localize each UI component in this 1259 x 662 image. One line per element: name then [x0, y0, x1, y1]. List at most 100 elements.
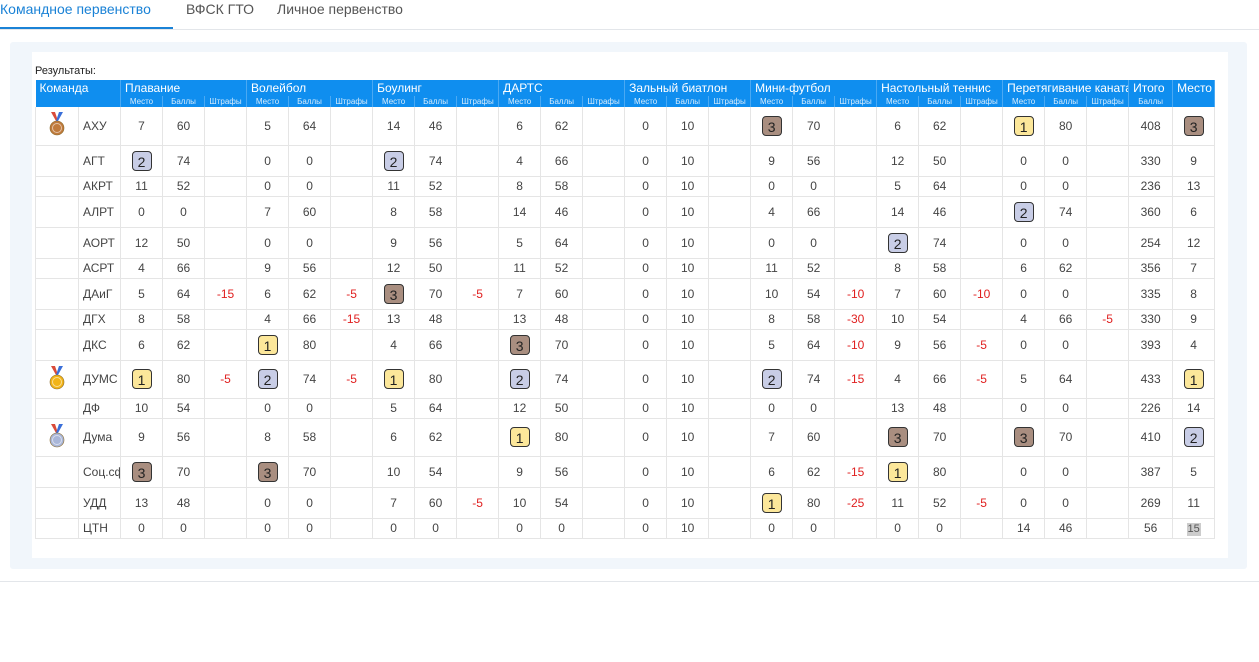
- tab-gto[interactable]: ВФСК ГТО: [186, 0, 256, 27]
- place-badge: 3: [1013, 427, 1034, 447]
- sport-points: 0: [540, 518, 584, 539]
- sub-header: Баллы: [666, 96, 710, 107]
- sport-header: Мини-футбол: [750, 80, 878, 96]
- sport-points: 64: [1044, 360, 1088, 399]
- sport-place: 11: [120, 176, 164, 197]
- final-place: 9: [1172, 309, 1216, 330]
- sport-penalty: [204, 329, 248, 361]
- total-subheader: Баллы: [1128, 96, 1174, 107]
- sport-points: 10: [666, 258, 710, 279]
- sport-points: 0: [1044, 487, 1088, 519]
- sport-points: 0: [792, 176, 836, 197]
- sport-place: 8: [120, 309, 164, 330]
- sport-penalty: [582, 278, 626, 310]
- sport-penalty: -15: [204, 278, 248, 310]
- sport-points: 80: [540, 418, 584, 457]
- sport-points: 64: [792, 329, 836, 361]
- total-points: 56: [1128, 518, 1174, 539]
- sport-place: 8: [750, 309, 794, 330]
- sport-place: 9: [876, 329, 920, 361]
- total-points: 330: [1128, 309, 1174, 330]
- sport-place: 0: [624, 258, 668, 279]
- place-badge: 3: [131, 461, 152, 482]
- sub-header: Баллы: [414, 96, 458, 107]
- sport-place: 2: [876, 227, 920, 259]
- total-points: 254: [1128, 227, 1174, 259]
- team-name: АКРТ: [78, 176, 122, 197]
- team-header: Команда: [35, 80, 122, 96]
- sport-penalty: -5: [204, 360, 248, 399]
- sport-points: 46: [1044, 518, 1088, 539]
- sport-penalty: [582, 329, 626, 361]
- sport-place: 0: [372, 518, 416, 539]
- total-points: 410: [1128, 418, 1174, 457]
- final-place: 12: [1172, 227, 1216, 259]
- sport-points: 58: [918, 258, 962, 279]
- sport-penalty: [456, 145, 500, 177]
- sport-penalty: [1086, 145, 1130, 177]
- sport-penalty: -5: [330, 360, 374, 399]
- sport-penalty: [960, 456, 1004, 488]
- sport-points: 58: [288, 418, 332, 457]
- sport-points: 80: [288, 329, 332, 361]
- sport-place: 0: [750, 227, 794, 259]
- sub-header: Место: [498, 96, 542, 107]
- sport-points: 66: [288, 309, 332, 330]
- tab-team-championship[interactable]: Командное первенство: [0, 0, 173, 29]
- sport-penalty: [456, 227, 500, 259]
- sport-place: 3: [876, 418, 920, 457]
- sport-penalty: [708, 487, 752, 519]
- sport-penalty: -10: [960, 278, 1004, 310]
- sport-penalty: -15: [330, 309, 374, 330]
- sport-place: 4: [876, 360, 920, 399]
- place-badge: 1: [383, 369, 404, 389]
- sport-penalty: [1086, 418, 1130, 457]
- sport-points: 0: [288, 487, 332, 519]
- place-badge: 2: [1183, 427, 1204, 447]
- final-place: 3: [1172, 107, 1216, 146]
- sport-points: 70: [162, 456, 206, 488]
- sport-points: 0: [1044, 145, 1088, 177]
- final-place: 4: [1172, 329, 1216, 361]
- tab-personal-championship[interactable]: Личное первенство: [277, 0, 407, 27]
- sport-place: 3: [498, 329, 542, 361]
- total-points: 387: [1128, 456, 1174, 488]
- sport-place: 6: [372, 418, 416, 457]
- sport-place: 1: [246, 329, 290, 361]
- sport-penalty: [1086, 107, 1130, 146]
- sport-place: 0: [120, 518, 164, 539]
- sport-penalty: [582, 309, 626, 330]
- bronze-medal-icon: [49, 112, 65, 139]
- sport-place: 12: [498, 398, 542, 419]
- sport-penalty: [330, 145, 374, 177]
- sport-place: 7: [750, 418, 794, 457]
- sport-place: 8: [246, 418, 290, 457]
- sport-points: 10: [666, 329, 710, 361]
- sport-place: 0: [1002, 227, 1046, 259]
- sport-points: 58: [162, 309, 206, 330]
- sport-penalty: -10: [834, 329, 878, 361]
- sport-points: 0: [288, 145, 332, 177]
- team-name: ДФ: [78, 398, 122, 419]
- sport-penalty: [582, 418, 626, 457]
- place-badge: 3: [1183, 115, 1204, 136]
- sport-penalty: [834, 258, 878, 279]
- sport-points: 46: [540, 196, 584, 228]
- sport-penalty: [708, 456, 752, 488]
- sport-points: 74: [792, 360, 836, 399]
- sub-header: Место: [876, 96, 920, 107]
- sport-place: 4: [498, 145, 542, 177]
- sport-penalty: [834, 418, 878, 457]
- sport-penalty: [1086, 329, 1130, 361]
- sport-points: 58: [540, 176, 584, 197]
- sport-points: 48: [162, 487, 206, 519]
- sport-place: 10: [750, 278, 794, 310]
- total-points: 433: [1128, 360, 1174, 399]
- table-row: АЛРТ 0 0 7 60 8 58 14 46 0 10 4 66 14 46 2 74 360 6: [35, 196, 1216, 228]
- table-row: АКРТ 11 52 0 0 11 52 8 58 0 10 0 0 5 64 0 0 236 13: [35, 176, 1216, 197]
- sport-place: 14: [372, 107, 416, 146]
- sport-penalty: [1086, 360, 1130, 399]
- sport-penalty: [204, 456, 248, 488]
- sport-header: Настольный теннис: [876, 80, 1004, 96]
- sport-points: 46: [918, 196, 962, 228]
